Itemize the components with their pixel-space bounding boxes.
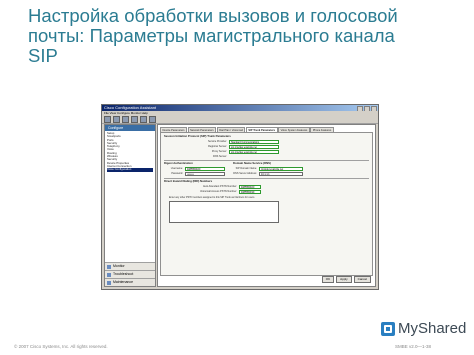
sip-group-title: Session Initiation Protocol (SIP) Trunk … <box>164 134 231 138</box>
toolbar-icon[interactable] <box>140 115 147 123</box>
tab-panel: Session Initiation Protocol (SIP) Trunk … <box>160 132 373 276</box>
field-label: DNS Server: <box>212 155 227 158</box>
tree-item-selected[interactable]: Voice Configuration <box>107 167 153 172</box>
sip-domain-input[interactable]: provider.example.net <box>259 167 303 171</box>
apply-button[interactable]: Apply <box>336 276 352 283</box>
username-input[interactable]: 4085550100 <box>185 167 225 171</box>
field-label: Password: <box>171 172 183 175</box>
slide-title-line: Настройка обработки вызовов и голосовой <box>28 5 398 26</box>
sidebar-footer: Monitor Troubleshoot Maintenance <box>105 262 155 286</box>
myshared-logo: MyShared <box>381 320 466 337</box>
field-label: Service Provider: <box>207 140 227 143</box>
cancel-button[interactable]: Cancel <box>353 276 371 283</box>
did-note: Enter any other PSTN numbers assigned to… <box>169 196 255 199</box>
toolbar-icon[interactable] <box>122 115 129 123</box>
dialog-buttons: OK Apply Cancel <box>321 276 371 283</box>
field-label: Voicemail Access PSTN Number: <box>200 190 237 193</box>
service-provider-select[interactable]: Standard Communications <box>229 140 279 144</box>
window-title: Cisco Configuration Assistant <box>104 105 157 110</box>
main-panel: Device Parameters Network Parameters Dia… <box>157 124 376 287</box>
ok-button[interactable]: OK <box>321 276 335 283</box>
config-assistant-window: Cisco Configuration Assistant File View … <box>101 104 379 290</box>
did-numbers-list[interactable] <box>169 201 279 223</box>
copyright-text: © 2007 Cisco Systems, Inc. All rights re… <box>14 344 108 349</box>
slide-title-line: почты: Параметры магистрального канала <box>28 25 395 46</box>
did-group-title: Direct Inward Dialing (DID) Numbers <box>164 179 213 183</box>
sidebar-footer-monitor[interactable]: Monitor <box>105 262 155 270</box>
field-label: SIP Domain Name: <box>235 167 257 170</box>
sidebar-footer-troubleshoot[interactable]: Troubleshoot <box>105 270 155 278</box>
toolbar <box>102 115 378 124</box>
field-label: DNS Server Address: <box>233 172 257 175</box>
field-label: Proxy Server: <box>211 150 227 153</box>
course-code: SMBE v2.0—1-38 <box>395 344 432 349</box>
logo-text: MyShared <box>398 320 467 337</box>
registrar-server-input[interactable]: sip.provider.example.net <box>229 145 279 149</box>
proxy-server-input[interactable]: sip.provider.example.net <box>229 150 279 154</box>
feature-tree: Setup Smartports Ports Security Telephon… <box>105 131 155 173</box>
field-label: Registrar Server: <box>208 145 227 148</box>
field-label: Username: <box>170 167 183 170</box>
slide-title-line: SIP <box>28 45 58 66</box>
toolbar-icon[interactable] <box>131 115 138 123</box>
sidebar-footer-maintenance[interactable]: Maintenance <box>105 278 155 286</box>
auto-attendant-number-input[interactable]: 4085550100 <box>239 185 261 189</box>
auth-group-title: Digest Authentication <box>164 161 193 165</box>
field-label: Auto Attendant PSTN Number: <box>202 185 237 188</box>
logo-icon <box>381 321 395 336</box>
dns-group-title: Domain Name Service (DNS) <box>233 161 271 165</box>
toolbar-icon[interactable] <box>113 115 120 123</box>
sidebar: Configure Setup Smartports Ports Securit… <box>104 124 156 287</box>
password-input[interactable]: •••••••• <box>185 172 225 176</box>
toolbar-icon[interactable] <box>104 115 111 123</box>
toolbar-icon[interactable] <box>149 115 156 123</box>
voicemail-number-input[interactable]: 4085550199 <box>239 190 261 194</box>
dns-server-input[interactable]: 10.1.1.1 <box>259 172 303 176</box>
slide-title: Настройка обработки вызовов и голосовой … <box>28 6 468 66</box>
